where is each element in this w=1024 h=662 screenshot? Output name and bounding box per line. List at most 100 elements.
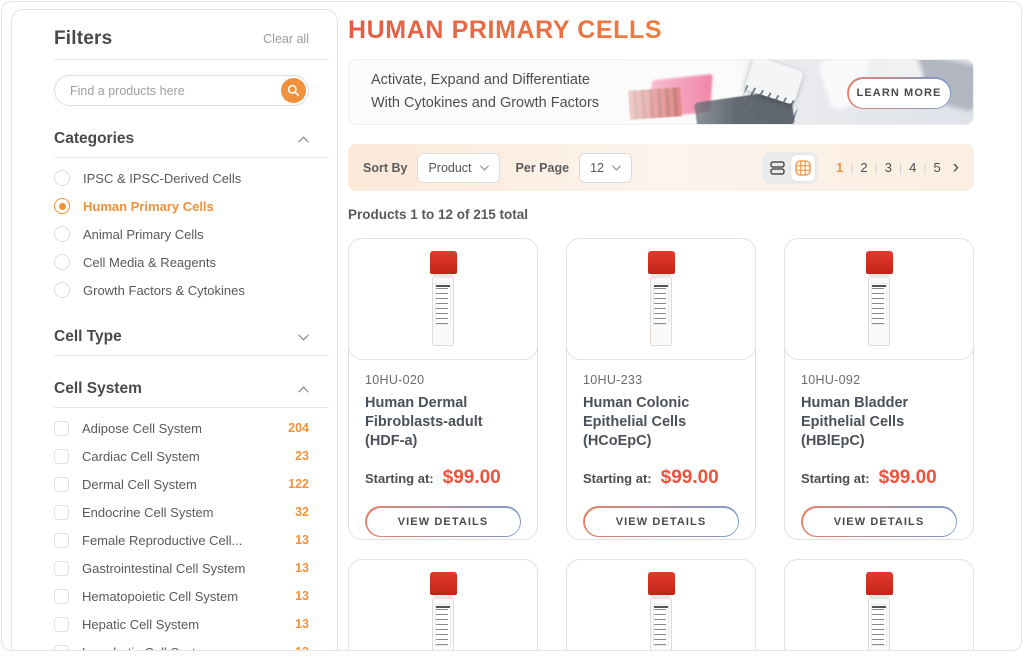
view-details-button[interactable]: VIEW DETAILS xyxy=(801,506,957,537)
page-number[interactable]: 2 xyxy=(858,160,869,175)
category-option[interactable]: Cell Media & Reagents xyxy=(54,248,309,276)
product-card xyxy=(348,559,538,651)
product-card xyxy=(566,559,756,651)
category-label: Animal Primary Cells xyxy=(83,227,309,242)
cell-system-count: 122 xyxy=(288,477,309,491)
checkbox-icon[interactable] xyxy=(54,617,69,632)
product-image[interactable] xyxy=(566,559,756,651)
banner-text: Activate, Expand and Differentiate With … xyxy=(349,69,599,115)
cell-system-title: Cell System xyxy=(54,380,142,398)
cell-system-count: 23 xyxy=(295,449,309,463)
list-view-icon xyxy=(770,161,785,175)
product-image[interactable] xyxy=(348,559,538,651)
cell-system-option[interactable]: Gastrointestinal Cell System 13 xyxy=(54,554,309,582)
page-separator: | xyxy=(899,161,902,175)
category-option[interactable]: Human Primary Cells xyxy=(54,192,309,220)
cell-system-option[interactable]: Adipose Cell System 204 xyxy=(54,414,309,442)
per-page-value: 12 xyxy=(590,161,604,175)
radio-icon[interactable] xyxy=(54,198,70,214)
product-card: 10HU-233 Human Colonic Epithelial Cells … xyxy=(566,238,756,540)
checkbox-icon[interactable] xyxy=(54,533,69,548)
category-option[interactable]: Growth Factors & Cytokines xyxy=(54,276,309,304)
checkbox-icon[interactable] xyxy=(54,449,69,464)
chevron-down-icon xyxy=(480,165,489,171)
cell-system-count: 13 xyxy=(295,617,309,631)
cell-type-header[interactable]: Cell Type xyxy=(54,328,309,346)
view-details-button[interactable]: VIEW DETAILS xyxy=(583,506,739,537)
cell-system-option[interactable]: Hepatic Cell System 13 xyxy=(54,610,309,638)
cell-system-label: Endocrine Cell System xyxy=(82,505,282,520)
per-page-select[interactable]: 12 xyxy=(579,153,632,183)
cell-system-count: 32 xyxy=(295,505,309,519)
categories-list: IPSC & IPSC-Derived Cells Human Primary … xyxy=(54,158,309,304)
page-number[interactable]: 5 xyxy=(931,160,942,175)
product-image[interactable] xyxy=(566,238,756,360)
cell-system-option[interactable]: Endocrine Cell System 32 xyxy=(54,498,309,526)
grid-view-button[interactable] xyxy=(791,155,815,181)
vial-image xyxy=(648,251,675,359)
product-card-body: 10HU-020 Human Dermal Fibroblasts-adult … xyxy=(349,359,537,537)
sort-select[interactable]: Product xyxy=(417,153,499,183)
radio-icon[interactable] xyxy=(54,254,70,270)
cell-system-header[interactable]: Cell System xyxy=(54,380,309,398)
category-option[interactable]: Animal Primary Cells xyxy=(54,220,309,248)
cell-system-count: 13 xyxy=(295,589,309,603)
learn-more-button[interactable]: LEARN MORE xyxy=(847,77,951,109)
checkbox-icon[interactable] xyxy=(54,645,69,652)
clear-all-link[interactable]: Clear all xyxy=(263,32,309,46)
categories-title: Categories xyxy=(54,130,134,148)
cell-system-option[interactable]: Cardiac Cell System 23 xyxy=(54,442,309,470)
view-details-button[interactable]: VIEW DETAILS xyxy=(365,506,521,537)
cell-system-option[interactable]: Hematopoietic Cell System 13 xyxy=(54,582,309,610)
product-image[interactable] xyxy=(784,559,974,651)
category-label: Human Primary Cells xyxy=(83,199,309,214)
product-image[interactable] xyxy=(348,238,538,360)
checkbox-icon[interactable] xyxy=(54,589,69,604)
cell-system-label: Adipose Cell System xyxy=(82,421,275,436)
product-name[interactable]: Human Bladder Epithelial Cells (HBlEpC) xyxy=(801,394,957,451)
product-card-body: 10HU-092 Human Bladder Epithelial Cells … xyxy=(785,359,973,537)
price-label: Starting at: xyxy=(801,471,870,486)
vial-image xyxy=(866,572,893,651)
checkbox-icon[interactable] xyxy=(54,477,69,492)
cell-system-label: Dermal Cell System xyxy=(82,477,275,492)
radio-icon[interactable] xyxy=(54,170,70,186)
checkbox-icon[interactable] xyxy=(54,421,69,436)
product-name[interactable]: Human Colonic Epithelial Cells (HCoEpC) xyxy=(583,394,739,451)
product-sku: 10HU-092 xyxy=(801,373,957,387)
product-image[interactable] xyxy=(784,238,974,360)
next-page-button[interactable]: › xyxy=(953,158,959,177)
chevron-down-icon xyxy=(612,165,621,171)
product-price: $99.00 xyxy=(879,467,937,489)
cell-system-label: Hematopoietic Cell System xyxy=(82,589,282,604)
search-input[interactable] xyxy=(54,75,309,106)
radio-icon[interactable] xyxy=(54,226,70,242)
product-card xyxy=(784,559,974,651)
cell-system-option[interactable]: Lymphatic Cell System 13 xyxy=(54,638,309,651)
cell-system-label: Gastrointestinal Cell System xyxy=(82,561,282,576)
price-row: Starting at: $99.00 xyxy=(365,467,521,489)
list-view-button[interactable] xyxy=(765,155,789,181)
checkbox-icon[interactable] xyxy=(54,561,69,576)
grid-view-icon xyxy=(795,160,811,176)
chevron-up-icon xyxy=(298,136,309,143)
page-number[interactable]: 3 xyxy=(883,160,894,175)
filters-sidebar: Filters Clear all Categories IPSC & IPSC… xyxy=(11,9,338,651)
category-option[interactable]: IPSC & IPSC-Derived Cells xyxy=(54,164,309,192)
page-separator: | xyxy=(875,161,878,175)
chevron-down-icon xyxy=(298,334,309,341)
page-number[interactable]: 4 xyxy=(907,160,918,175)
divider xyxy=(54,355,329,356)
products-grid: 10HU-020 Human Dermal Fibroblasts-adult … xyxy=(348,238,974,651)
checkbox-icon[interactable] xyxy=(54,505,69,520)
cell-system-label: Cardiac Cell System xyxy=(82,449,282,464)
categories-header[interactable]: Categories xyxy=(54,130,309,148)
page-number[interactable]: 1 xyxy=(834,160,845,175)
view-details-label: VIEW DETAILS xyxy=(803,508,956,536)
search-button[interactable] xyxy=(281,78,306,103)
cell-system-option[interactable]: Dermal Cell System 122 xyxy=(54,470,309,498)
filters-title: Filters xyxy=(54,28,112,50)
cell-system-option[interactable]: Female Reproductive Cell... 13 xyxy=(54,526,309,554)
radio-icon[interactable] xyxy=(54,282,70,298)
product-name[interactable]: Human Dermal Fibroblasts-adult (HDF-a) xyxy=(365,394,521,451)
